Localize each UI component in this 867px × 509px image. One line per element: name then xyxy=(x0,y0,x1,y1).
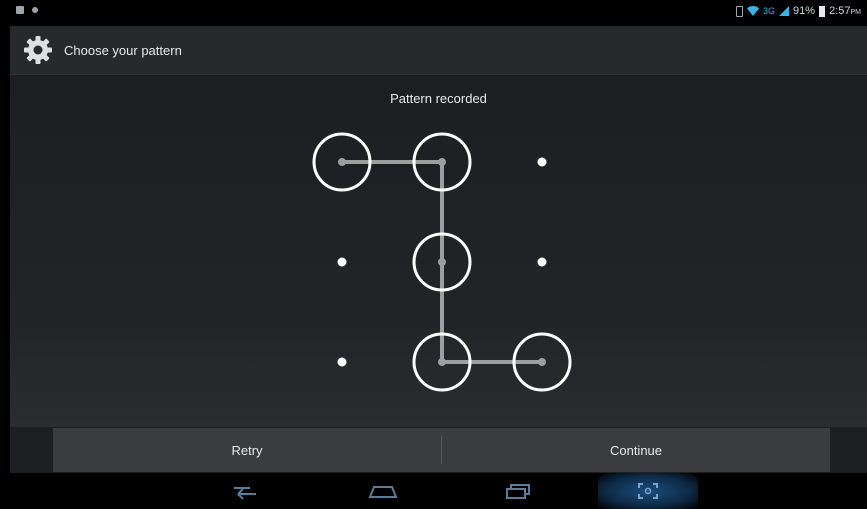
screen: 3G 91% 2:57PM Choose your pattern Patter… xyxy=(10,0,867,509)
clock-suffix: PM xyxy=(850,9,862,16)
wifi-icon xyxy=(747,6,760,16)
settings-gear-icon[interactable] xyxy=(22,34,54,66)
navigation-bar xyxy=(10,473,867,509)
clock: 2:57PM xyxy=(829,5,861,17)
home-icon[interactable] xyxy=(353,477,413,505)
continue-button[interactable]: Continue xyxy=(442,428,830,472)
pattern-status-text: Pattern recorded xyxy=(390,91,487,106)
pattern-content: Pattern recorded xyxy=(10,75,867,427)
status-system-icons: 3G 91% 2:57PM xyxy=(736,5,861,17)
status-notifications xyxy=(16,6,38,14)
recents-icon[interactable] xyxy=(488,477,548,505)
pattern-cell-3[interactable] xyxy=(537,157,547,167)
pattern-lock-grid[interactable] xyxy=(290,115,610,405)
screenshot-icon[interactable] xyxy=(618,477,678,505)
action-bar: Choose your pattern xyxy=(10,26,867,75)
retry-button[interactable]: Retry xyxy=(53,428,441,472)
pattern-cell-7[interactable] xyxy=(337,357,347,367)
button-bar: Retry Continue xyxy=(53,428,830,472)
cell-signal-icon xyxy=(779,6,790,16)
battery-percent: 91% xyxy=(793,5,816,17)
clock-time: 2:57 xyxy=(829,5,851,17)
network-type-label: 3G xyxy=(763,6,776,16)
sim-card-icon xyxy=(736,5,744,17)
screenshot-notification-icon xyxy=(16,6,24,14)
pattern-cell-4[interactable] xyxy=(337,257,347,267)
battery-icon xyxy=(819,5,826,17)
status-bar: 3G 91% 2:57PM xyxy=(10,0,867,26)
download-notification-icon xyxy=(32,7,38,13)
page-title: Choose your pattern xyxy=(64,43,182,58)
back-icon[interactable] xyxy=(215,477,275,505)
pattern-cell-6[interactable] xyxy=(537,257,547,267)
